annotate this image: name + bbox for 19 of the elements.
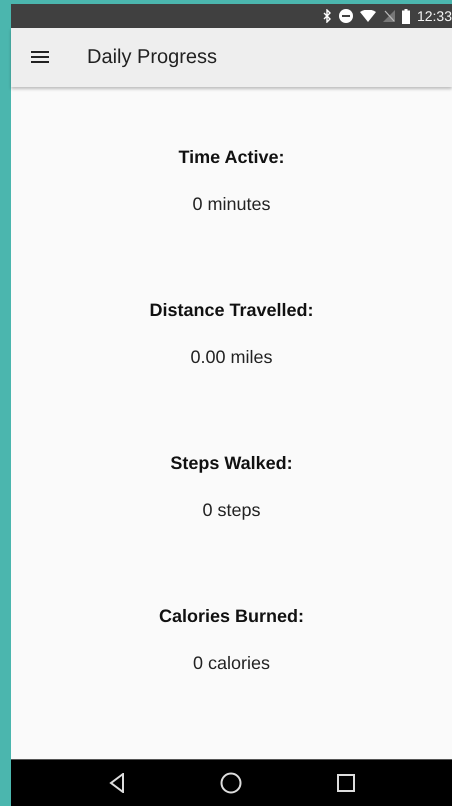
- status-time: 12:33: [416, 8, 452, 24]
- home-icon[interactable]: [220, 772, 242, 794]
- stat-label: Distance Travelled:: [149, 300, 314, 321]
- do-not-disturb-icon: [338, 9, 353, 24]
- back-icon[interactable]: [108, 772, 124, 793]
- bluetooth-icon: [322, 9, 332, 24]
- stat-label: Steps Walked:: [170, 452, 293, 474]
- stat-value: 0 minutes: [192, 194, 271, 215]
- no-signal-icon: [382, 10, 395, 22]
- menu-icon[interactable]: [31, 51, 49, 64]
- stat-value: 0 steps: [202, 500, 261, 521]
- battery-icon: [402, 8, 410, 24]
- stat-label: Calories Burned:: [158, 606, 304, 627]
- stat-value: 0 calories: [192, 652, 270, 674]
- stat-label: Time Active:: [178, 146, 285, 168]
- app-title: Daily Progress: [87, 46, 218, 69]
- stat-value: 0.00 miles: [190, 346, 273, 368]
- recents-icon[interactable]: [336, 774, 354, 792]
- wifi-icon: [360, 10, 376, 22]
